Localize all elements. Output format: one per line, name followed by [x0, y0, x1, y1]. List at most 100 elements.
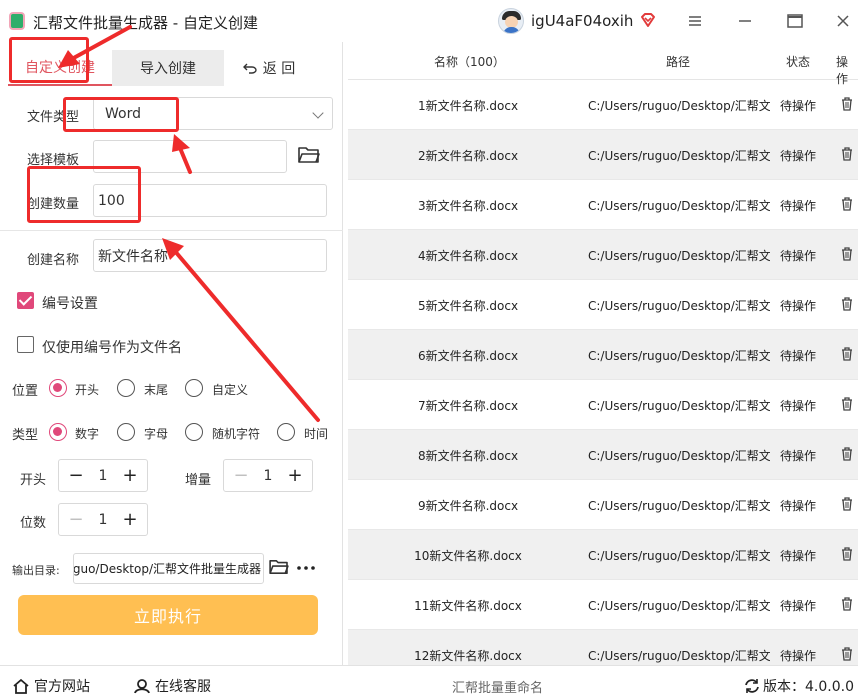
delete-icon[interactable]	[841, 247, 853, 261]
back-button[interactable]: 返 回	[226, 50, 312, 86]
table-row[interactable]: 3新文件名称.docx C:/Users/ruguo/Desktop/汇帮文 待操作	[348, 180, 858, 230]
row-status: 待操作	[780, 499, 817, 513]
user-avatar[interactable]	[498, 8, 524, 34]
row-file-name: 3新文件名称.docx	[417, 199, 519, 213]
type-option-time: 时间	[304, 427, 329, 441]
type-radio-number[interactable]	[49, 423, 67, 441]
row-status: 待操作	[780, 449, 817, 463]
table-row[interactable]: 11新文件名称.docx C:/Users/ruguo/Desktop/汇帮文 待操…	[348, 580, 858, 630]
table-row[interactable]: 6新文件名称.docx C:/Users/ruguo/Desktop/汇帮文 待操作	[348, 330, 858, 380]
digits-label: 位数	[20, 516, 47, 531]
row-file-path: C:/Users/ruguo/Desktop/汇帮文	[588, 199, 770, 213]
chevron-down-icon	[312, 107, 324, 119]
headset-icon	[134, 679, 150, 694]
start-value[interactable]: 1	[89, 460, 117, 491]
row-file-name: 12新文件名称.docx	[414, 649, 522, 663]
position-radio-start[interactable]	[49, 379, 67, 397]
more-options-icon[interactable]	[297, 566, 315, 570]
row-file-path: C:/Users/ruguo/Desktop/汇帮文	[588, 399, 770, 413]
only-number-label: 仅使用编号作为文件名	[42, 340, 182, 356]
digits-stepper[interactable]: − 1 +	[58, 503, 148, 536]
table-header: 名称（100） 路径 状态 操作	[348, 42, 858, 86]
footer-bar: 官方网站 在线客服 汇帮批量重命名 版本：4.0.0.0	[0, 665, 858, 700]
table-row[interactable]: 9新文件名称.docx C:/Users/ruguo/Desktop/汇帮文 待操作	[348, 480, 858, 530]
table-row[interactable]: 2新文件名称.docx C:/Users/ruguo/Desktop/汇帮文 待操作	[348, 130, 858, 180]
table-row[interactable]: 1新文件名称.docx C:/Users/ruguo/Desktop/汇帮文 待操作	[348, 80, 858, 130]
numbering-checkbox[interactable]	[17, 292, 34, 309]
increment-value[interactable]: 1	[254, 460, 282, 491]
delete-icon[interactable]	[841, 397, 853, 411]
vip-diamond-icon[interactable]	[639, 11, 657, 29]
position-radio-custom[interactable]	[185, 379, 203, 397]
support-link[interactable]: 在线客服	[133, 676, 211, 696]
delete-icon[interactable]	[841, 297, 853, 311]
close-icon[interactable]	[832, 10, 854, 32]
increment-stepper[interactable]: − 1 +	[223, 459, 313, 492]
row-file-name: 1新文件名称.docx	[417, 99, 519, 113]
type-label: 类型	[12, 428, 39, 443]
delete-icon[interactable]	[841, 347, 853, 361]
delete-icon[interactable]	[841, 547, 853, 561]
table-row[interactable]: 4新文件名称.docx C:/Users/ruguo/Desktop/汇帮文 待操作	[348, 230, 858, 280]
row-file-path: C:/Users/ruguo/Desktop/汇帮文	[588, 549, 770, 563]
table-row[interactable]: 12新文件名称.docx C:/Users/ruguo/Desktop/汇帮文 待操…	[348, 630, 858, 665]
only-number-checkbox[interactable]	[17, 336, 34, 353]
row-status: 待操作	[780, 349, 817, 363]
position-option-start: 开头	[75, 383, 100, 397]
position-option-end: 末尾	[144, 383, 169, 397]
row-file-name: 8新文件名称.docx	[417, 449, 519, 463]
refresh-icon	[745, 679, 759, 693]
digits-value[interactable]: 1	[89, 504, 117, 535]
output-folder-icon[interactable]	[269, 559, 289, 575]
maximize-icon[interactable]	[784, 10, 806, 32]
delete-icon[interactable]	[841, 647, 853, 661]
delete-icon[interactable]	[841, 97, 853, 111]
table-row[interactable]: 10新文件名称.docx C:/Users/ruguo/Desktop/汇帮文 待操…	[348, 530, 858, 580]
table-row[interactable]: 7新文件名称.docx C:/Users/ruguo/Desktop/汇帮文 待操作	[348, 380, 858, 430]
delete-icon[interactable]	[841, 197, 853, 211]
tab-import-create[interactable]: 导入创建	[112, 50, 224, 86]
username[interactable]: igU4aF04oxih	[531, 12, 633, 30]
table-row[interactable]: 8新文件名称.docx C:/Users/ruguo/Desktop/汇帮文 待操作	[348, 430, 858, 480]
type-option-random: 随机字符	[212, 427, 261, 441]
start-plus-button[interactable]: +	[115, 460, 145, 491]
run-button[interactable]: 立即执行	[18, 595, 318, 635]
type-option-number: 数字	[75, 427, 100, 441]
version-info[interactable]: 版本：4.0.0.0	[744, 676, 854, 696]
start-stepper[interactable]: − 1 +	[58, 459, 148, 492]
template-folder-icon[interactable]	[298, 146, 320, 164]
digits-minus-button[interactable]: −	[61, 504, 91, 535]
type-radio-letter[interactable]	[117, 423, 135, 441]
row-status: 待操作	[780, 149, 817, 163]
type-radio-random[interactable]	[185, 423, 203, 441]
position-radio-end[interactable]	[117, 379, 135, 397]
delete-icon[interactable]	[841, 447, 853, 461]
app-logo-icon	[9, 12, 25, 30]
start-minus-button[interactable]: −	[61, 460, 91, 491]
name-input[interactable]: 新文件名称	[93, 239, 327, 272]
website-link[interactable]: 官方网站	[12, 676, 90, 696]
increment-minus-button[interactable]: −	[226, 460, 256, 491]
footer-app-name[interactable]: 汇帮批量重命名	[452, 677, 543, 696]
row-file-name: 11新文件名称.docx	[414, 599, 522, 613]
undo-icon	[242, 63, 257, 74]
settings-panel: 自定义创建 导入创建 返 回 文件类型 Word 选择模板 创建数量 100 创…	[0, 42, 343, 665]
increment-plus-button[interactable]: +	[280, 460, 310, 491]
delete-icon[interactable]	[841, 497, 853, 511]
row-file-name: 5新文件名称.docx	[417, 299, 519, 313]
file-table: 名称（100） 路径 状态 操作 1新文件名称.docx C:/Users/rug…	[348, 42, 858, 665]
table-row[interactable]: 5新文件名称.docx C:/Users/ruguo/Desktop/汇帮文 待操作	[348, 280, 858, 330]
delete-icon[interactable]	[841, 597, 853, 611]
row-file-path: C:/Users/ruguo/Desktop/汇帮文	[588, 599, 770, 613]
position-label: 位置	[12, 384, 39, 399]
numbering-label: 编号设置	[42, 296, 98, 312]
output-dir-input[interactable]: guo/Desktop/汇帮文件批量生成器	[73, 553, 264, 584]
header-name: 名称（100）	[434, 55, 505, 69]
menu-icon[interactable]	[684, 10, 706, 32]
delete-icon[interactable]	[841, 147, 853, 161]
minimize-icon[interactable]	[734, 10, 756, 32]
digits-plus-button[interactable]: +	[115, 504, 145, 535]
type-radio-time[interactable]	[277, 423, 295, 441]
annotation-box-type	[63, 97, 179, 132]
output-dir-label: 输出目录:	[12, 564, 60, 577]
